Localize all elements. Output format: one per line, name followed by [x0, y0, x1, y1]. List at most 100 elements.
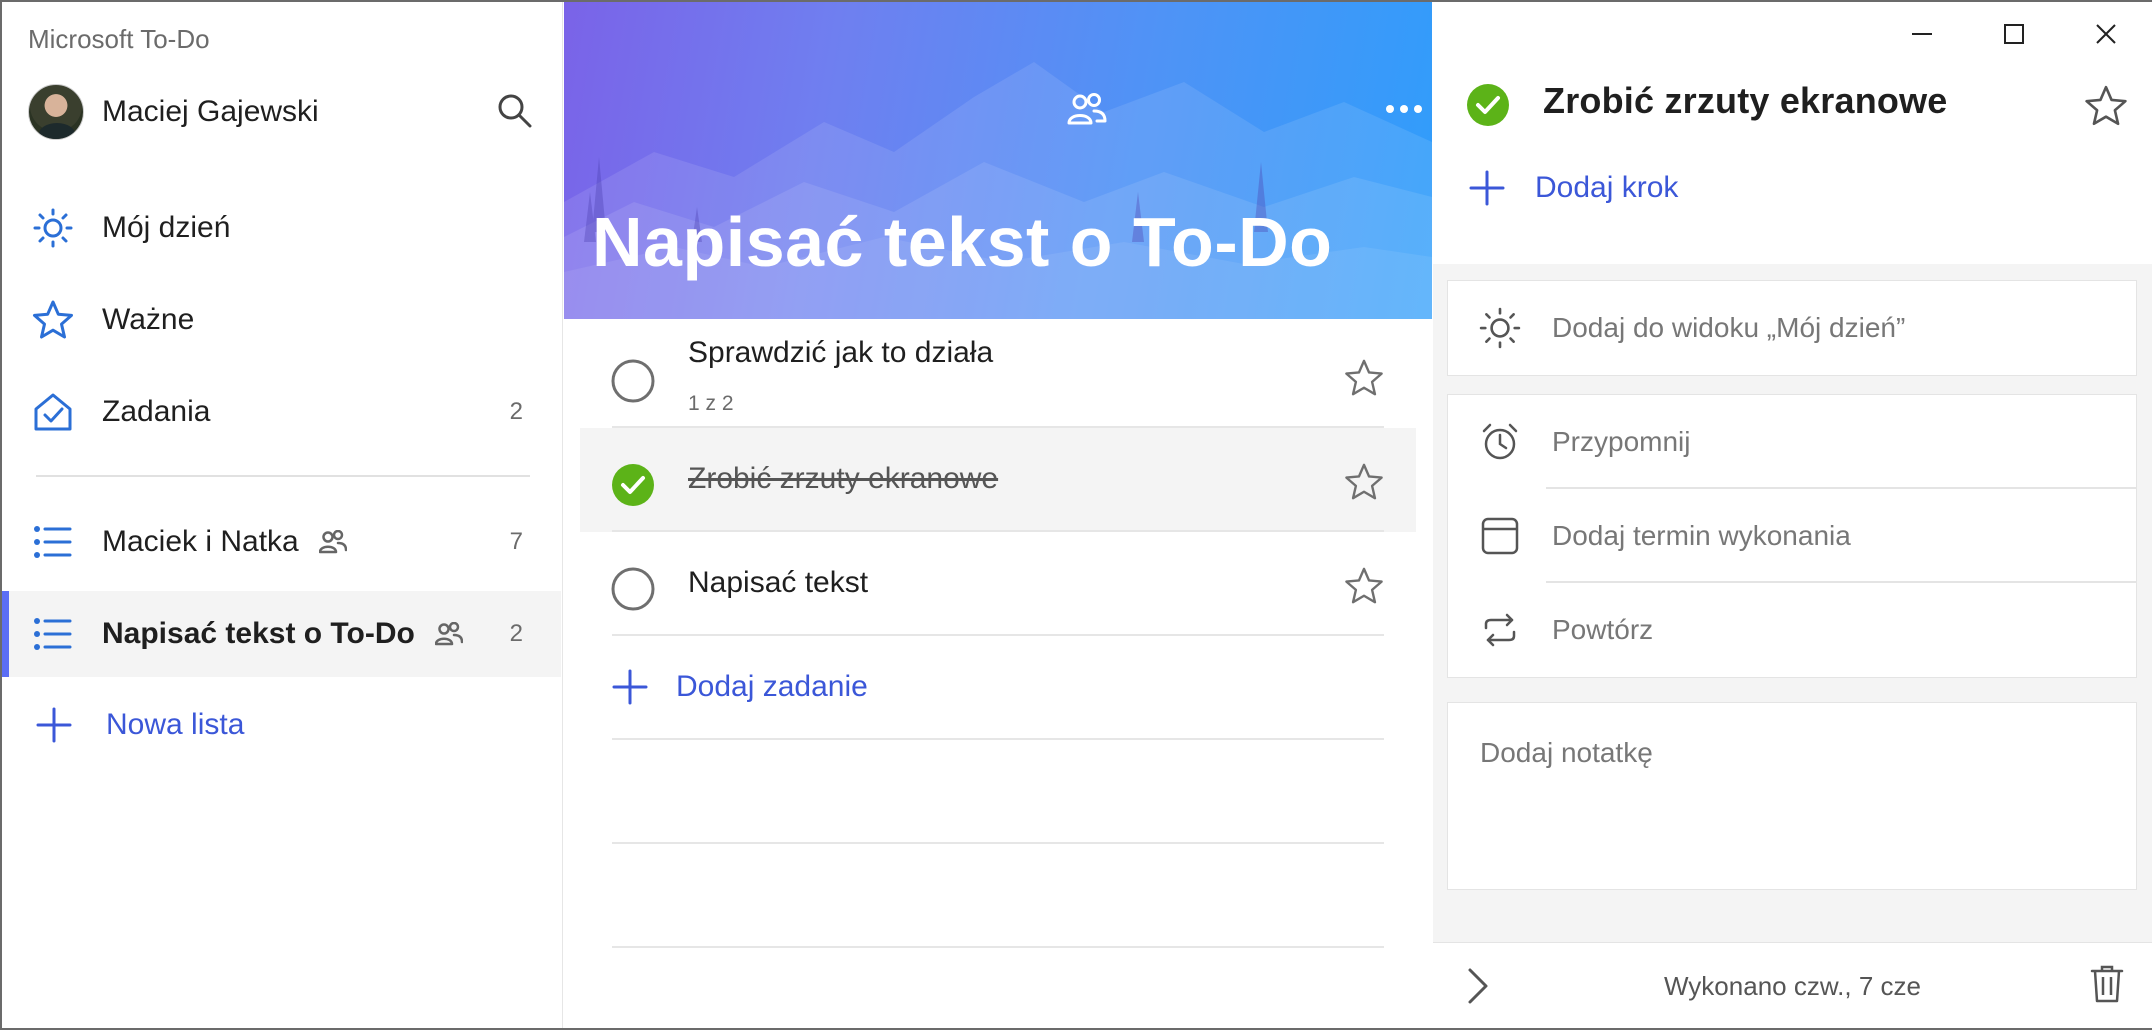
list-title: Napisać tekst o To-Do: [592, 203, 1333, 281]
user-profile[interactable]: Maciej Gajewski: [28, 84, 319, 140]
add-due-date-label: Dodaj termin wykonania: [1552, 520, 1851, 551]
check-circle-icon: [1467, 84, 1509, 126]
task-row[interactable]: Sprawdzić jak to działa 1 z 2: [580, 324, 1416, 428]
circle-icon: [611, 567, 655, 611]
delete-task-button[interactable]: [2082, 959, 2132, 1009]
list-icon: [2, 525, 102, 559]
sidebar-list-napisac-tekst[interactable]: Napisać tekst o To-Do 2: [2, 591, 561, 677]
task-checkbox[interactable]: [610, 462, 656, 508]
sidebar-item-count: 7: [509, 528, 523, 555]
repeat-button[interactable]: Powtórz: [1448, 583, 2136, 677]
note-placeholder: Dodaj notatkę: [1480, 737, 1653, 768]
remind-me-button[interactable]: Przypomnij: [1448, 395, 2136, 489]
search-button[interactable]: [490, 86, 540, 136]
close-icon: [2096, 24, 2116, 44]
sidebar-divider: [36, 475, 530, 477]
sidebar-item-count: 2: [509, 398, 523, 425]
sidebar-item-label: Zadania: [102, 395, 211, 428]
schedule-card: Przypomnij Dodaj termin wykonania Powtór…: [1447, 394, 2137, 678]
plus-icon: [2, 707, 106, 743]
task-title: Zrobić zrzuty ekranowe: [688, 462, 999, 495]
more-icon: [1386, 105, 1422, 113]
star-outline-icon: [1345, 359, 1383, 396]
new-list-button[interactable]: Nowa lista: [2, 688, 244, 762]
minimize-icon: [1912, 33, 1932, 35]
shared-icon: [318, 530, 347, 554]
note-field[interactable]: Dodaj notatkę: [1447, 702, 2137, 890]
add-step-label: Dodaj krok: [1535, 171, 1679, 204]
detail-task-title[interactable]: Zrobić zrzuty ekranowe: [1543, 80, 1948, 122]
task-star-button[interactable]: [1342, 460, 1386, 504]
list-header-banner: Napisać tekst o To-Do: [564, 2, 1432, 319]
star-icon: [2, 299, 102, 341]
star-outline-icon: [1345, 567, 1383, 604]
plus-icon: [1469, 170, 1505, 206]
trash-icon: [2090, 965, 2124, 1003]
sidebar-list-maciek-i-natka[interactable]: Maciek i Natka 7: [2, 500, 561, 584]
add-due-date-button[interactable]: Dodaj termin wykonania: [1448, 489, 2136, 583]
alarm-clock-icon: [1448, 422, 1552, 462]
task-detail-pane: Zrobić zrzuty ekranowe Dodaj krok Dodaj …: [1433, 2, 2152, 1028]
completion-status: Wykonano czw., 7 cze: [1664, 971, 1921, 1001]
check-circle-icon: [612, 464, 654, 506]
close-button[interactable]: [2075, 8, 2137, 60]
add-task-label: Dodaj zadanie: [676, 670, 868, 703]
detail-star-button[interactable]: [2082, 82, 2130, 130]
search-icon: [498, 94, 532, 128]
task-checkbox[interactable]: [610, 358, 656, 404]
sidebar: Microsoft To-Do Maciej Gajewski Mój dzie…: [2, 2, 563, 1028]
star-outline-icon: [1345, 463, 1383, 500]
empty-row-line: [612, 842, 1384, 844]
task-steps-count: 1 z 2: [688, 392, 734, 415]
sidebar-item-label: Napisać tekst o To-Do: [102, 617, 415, 650]
add-to-my-day-label: Dodaj do widoku „Mój dzień”: [1552, 312, 1906, 343]
maximize-icon: [2004, 24, 2024, 44]
task-row[interactable]: Napisać tekst: [580, 532, 1416, 636]
sidebar-item-my-day[interactable]: Mój dzień: [2, 186, 561, 270]
maximize-button[interactable]: [1983, 8, 2045, 60]
task-list-pane: Napisać tekst o To-Do Sprawdzić jak to d…: [564, 2, 1432, 1028]
calendar-icon: [1448, 516, 1552, 556]
my-day-card: Dodaj do widoku „Mój dzień”: [1447, 280, 2137, 376]
share-people-icon: [1067, 93, 1107, 125]
detail-complete-checkbox[interactable]: [1465, 82, 1511, 128]
row-separator: [612, 634, 1384, 636]
sidebar-item-label: Ważne: [102, 303, 195, 336]
new-list-label: Nowa lista: [106, 708, 245, 741]
share-list-button[interactable]: [1060, 82, 1114, 136]
empty-row-line: [612, 946, 1384, 948]
sidebar-item-tasks[interactable]: Zadania 2: [2, 370, 561, 454]
circle-icon: [611, 359, 655, 403]
sidebar-item-important[interactable]: Ważne: [2, 278, 561, 362]
detail-header: Zrobić zrzuty ekranowe Dodaj krok: [1433, 2, 2152, 264]
app-window: Microsoft To-Do Maciej Gajewski Mój dzie…: [0, 0, 2152, 1030]
task-title: Napisać tekst: [688, 566, 869, 599]
repeat-icon: [1448, 612, 1552, 648]
sun-icon: [1448, 307, 1552, 349]
detail-footer: Wykonano czw., 7 cze: [1433, 942, 2152, 1028]
task-checkbox[interactable]: [610, 566, 656, 612]
minimize-button[interactable]: [1891, 8, 1953, 60]
sun-icon: [2, 208, 102, 248]
user-name: Maciej Gajewski: [102, 95, 319, 128]
sidebar-item-label: Maciek i Natka: [102, 525, 299, 558]
sidebar-item-count: 2: [509, 620, 523, 647]
plus-icon: [612, 669, 648, 705]
add-to-my-day-button[interactable]: Dodaj do widoku „Mój dzień”: [1448, 281, 2136, 375]
remind-me-label: Przypomnij: [1552, 426, 1691, 457]
app-title: Microsoft To-Do: [28, 24, 210, 54]
add-task-button[interactable]: Dodaj zadanie: [612, 652, 1384, 722]
task-star-button[interactable]: [1342, 356, 1386, 400]
task-title: Sprawdzić jak to działa: [688, 336, 994, 369]
more-options-button[interactable]: [1377, 82, 1431, 136]
add-step-button[interactable]: Dodaj krok: [1469, 170, 1678, 206]
task-star-button[interactable]: [1342, 564, 1386, 608]
avatar: [28, 84, 84, 140]
repeat-label: Powtórz: [1552, 614, 1654, 645]
house-check-icon: [2, 391, 102, 433]
shared-icon: [434, 622, 463, 646]
task-row[interactable]: Zrobić zrzuty ekranowe: [580, 428, 1416, 532]
sidebar-item-label: Mój dzień: [102, 211, 231, 244]
star-outline-icon: [2085, 85, 2127, 126]
list-icon: [2, 617, 102, 651]
